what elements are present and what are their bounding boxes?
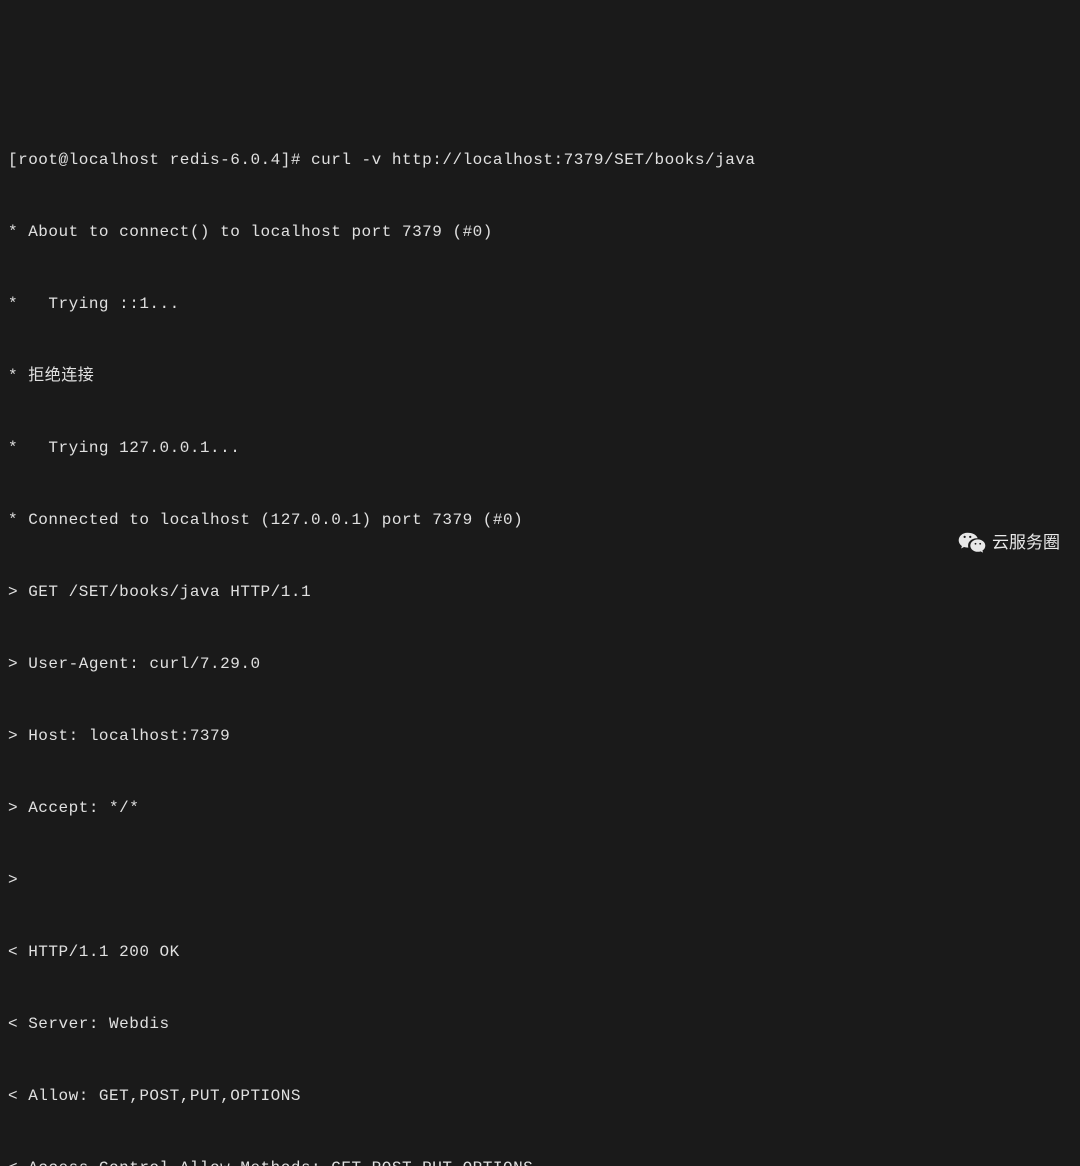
- terminal-line: > GET /SET/books/java HTTP/1.1: [8, 580, 1072, 604]
- terminal-line: > User-Agent: curl/7.29.0: [8, 652, 1072, 676]
- terminal-line: * About to connect() to localhost port 7…: [8, 220, 1072, 244]
- terminal-line: < Allow: GET,POST,PUT,OPTIONS: [8, 1084, 1072, 1108]
- terminal-line: > Host: localhost:7379: [8, 724, 1072, 748]
- terminal-line: * 拒绝连接: [8, 364, 1072, 388]
- terminal-line: < Access-Control-Allow-Methods: GET,POST…: [8, 1156, 1072, 1166]
- terminal-line: > Accept: */*: [8, 796, 1072, 820]
- terminal-line: [root@localhost redis-6.0.4]# curl -v ht…: [8, 148, 1072, 172]
- terminal-line: * Trying 127.0.0.1...: [8, 436, 1072, 460]
- watermark-text: 云服务圈: [992, 530, 1060, 556]
- wechat-icon: [958, 531, 986, 554]
- terminal-line: * Trying ::1...: [8, 292, 1072, 316]
- terminal-line: < HTTP/1.1 200 OK: [8, 940, 1072, 964]
- terminal-line: * Connected to localhost (127.0.0.1) por…: [8, 508, 1072, 532]
- terminal-line: >: [8, 868, 1072, 892]
- terminal-output[interactable]: [root@localhost redis-6.0.4]# curl -v ht…: [8, 100, 1072, 1166]
- watermark: 云服务圈: [958, 530, 1060, 556]
- terminal-line: < Server: Webdis: [8, 1012, 1072, 1036]
